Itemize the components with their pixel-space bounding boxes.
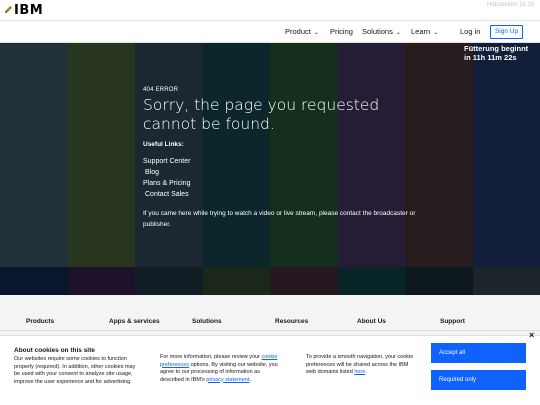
link-support-center[interactable]: Support Center <box>143 158 190 165</box>
footer-support[interactable]: Support <box>440 318 465 325</box>
footer-divider <box>0 330 540 331</box>
cookie-text-preferences: For more information, please review your… <box>160 354 278 383</box>
nav-product-label: Product <box>285 27 311 36</box>
nav-learn-label: Learn <box>411 27 431 36</box>
nav-learn[interactable]: Learn ⌄ <box>411 27 438 36</box>
cookie-text-required: Our websites require some cookies to fun… <box>14 356 136 385</box>
footer-products[interactable]: Products <box>26 318 54 325</box>
required-only-button[interactable]: Required only <box>431 370 526 390</box>
useful-links-heading: Useful Links: <box>143 141 184 148</box>
footer-solutions[interactable]: Solutions <box>192 318 222 325</box>
chevron-down-icon: ⌄ <box>395 30 401 36</box>
masthead: IBM Hebsbeiten 18:18 <box>0 0 540 21</box>
login-label: Log in <box>460 27 481 36</box>
footer-about-us[interactable]: About Us <box>357 318 386 325</box>
cookie-banner: About cookies on this site Our websites … <box>0 335 540 405</box>
domains-here-link[interactable]: here <box>354 369 365 375</box>
pencil-icon <box>4 5 13 14</box>
nav-pricing-label: Pricing <box>330 27 353 36</box>
nav-solutions[interactable]: Solutions ⌄ <box>362 27 401 36</box>
chevron-down-icon: ⌄ <box>433 30 439 36</box>
nav-solutions-label: Solutions <box>362 27 393 36</box>
cookie-title: About cookies on this site <box>14 347 95 354</box>
countdown-text: Fütterung beginnt in 11h 11m 22s <box>464 44 538 62</box>
cookie-text-pre: For more information, please review your <box>160 354 260 360</box>
link-blog[interactable]: Blog <box>145 169 159 176</box>
chevron-down-icon: ⌄ <box>313 30 319 36</box>
cookie-text-domains: To provide a smooth navigation, your coo… <box>306 354 414 375</box>
close-icon[interactable]: × <box>529 330 534 340</box>
accept-all-button[interactable]: Accept all <box>431 343 526 363</box>
link-contact-sales[interactable]: Contact Sales <box>145 191 189 198</box>
page-title: Sorry, the page you requested cannot be … <box>143 96 380 133</box>
signup-button[interactable]: Sign Up <box>490 25 523 39</box>
link-plans-pricing[interactable]: Plans & Pricing <box>143 180 190 187</box>
hero-section: Fütterung beginnt in 11h 11m 22s 404 ERR… <box>0 43 540 295</box>
top-right-text: Hebsbeiten 18:18 <box>486 2 534 8</box>
nav-product[interactable]: Product ⌄ <box>285 27 319 36</box>
login-link[interactable]: Log in <box>460 27 480 36</box>
footer-resources[interactable]: Resources <box>275 318 308 325</box>
ibm-logo[interactable]: IBM <box>14 3 43 18</box>
product-nav: Product ⌄ Pricing Solutions ⌄ Learn ⌄ Log i… <box>0 21 540 43</box>
nav-pricing[interactable]: Pricing <box>330 27 353 36</box>
countdown-line-2: in 11h 11m 22s <box>464 53 517 62</box>
privacy-statement-link[interactable]: privacy statement <box>206 377 249 383</box>
footer-apps-services[interactable]: Apps & services <box>109 318 160 325</box>
hero-overlay <box>0 43 540 295</box>
countdown-line-1: Fütterung beginnt <box>464 44 529 53</box>
error-label: 404 ERROR <box>143 87 179 93</box>
error-description: If you came here while trying to watch a… <box>143 210 416 228</box>
